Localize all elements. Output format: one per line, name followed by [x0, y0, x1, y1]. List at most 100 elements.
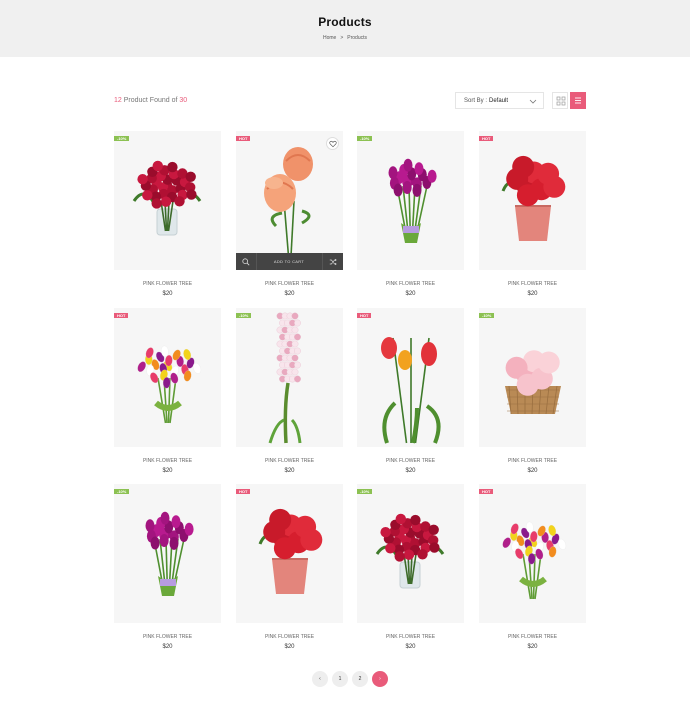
pagination-prev-button[interactable]: ‹ [312, 671, 328, 687]
product-name[interactable]: PINK FLOWER TREE [357, 281, 464, 287]
product-card[interactable]: HOT PINK FLOWER TREE $20 [236, 484, 343, 652]
product-card[interactable]: HOT PINK FLOWER TREE $20 [479, 131, 586, 299]
product-image[interactable]: HOT [236, 484, 343, 623]
pagination-next-button[interactable]: › [372, 671, 388, 687]
list-view-icon [575, 97, 581, 104]
product-action-bar: ADD TO CART [236, 253, 343, 270]
product-image[interactable]: -10% [236, 308, 343, 447]
product-image[interactable]: -10% [357, 484, 464, 623]
product-name[interactable]: PINK FLOWER TREE [114, 634, 221, 640]
product-badge: HOT [236, 489, 251, 494]
product-card[interactable]: HOT PINK FLOWER TREE $20 [114, 308, 221, 476]
product-name[interactable]: PINK FLOWER TREE [479, 281, 586, 287]
product-card[interactable]: HOT PINK FLOWER TREE $20 [357, 308, 464, 476]
result-count-text: Product Found of [121, 97, 180, 104]
product-image[interactable]: HOT [479, 484, 586, 623]
product-card[interactable]: HOT PINK FLOWER TREE $20 [479, 484, 586, 652]
product-card[interactable]: -10% PINK FLOWER TREE $20 [479, 308, 586, 476]
flower-image [268, 312, 302, 444]
product-badge: -10% [114, 136, 130, 141]
breadcrumb-current: Products [347, 35, 367, 41]
shuffle-icon [329, 258, 337, 266]
product-name[interactable]: PINK FLOWER TREE [114, 281, 221, 287]
product-badge: HOT [357, 313, 372, 318]
product-price: $20 [527, 644, 538, 650]
sort-label: Sort By : [464, 98, 488, 104]
breadcrumb: Home > Products [0, 35, 690, 41]
list-view-button[interactable] [570, 92, 586, 109]
product-badge: -10% [357, 136, 373, 141]
product-badge: HOT [114, 313, 129, 318]
quick-view-button[interactable] [236, 253, 257, 270]
product-price: $20 [527, 468, 538, 474]
product-price: $20 [527, 291, 538, 297]
product-name[interactable]: PINK FLOWER TREE [479, 634, 586, 640]
product-badge: -10% [357, 489, 373, 494]
breadcrumb-separator: > [340, 35, 344, 41]
product-card[interactable]: HOT ADD TO CART PINK FLOWER TREE $20 [236, 131, 343, 299]
product-price: $20 [284, 468, 295, 474]
product-card[interactable]: -10% PINK FLOWER TREE $20 [114, 484, 221, 652]
flower-image [381, 337, 441, 444]
product-price: $20 [162, 644, 173, 650]
sort-value: Default [489, 98, 509, 104]
sort-select[interactable]: Sort By : Default [455, 92, 544, 109]
product-image[interactable]: -10% [114, 484, 221, 623]
product-name[interactable]: PINK FLOWER TREE [357, 634, 464, 640]
grid-view-icon [556, 96, 566, 106]
flower-image [375, 513, 445, 589]
shop-toolbar: 12 Product Found of 30 Sort By : Default [114, 92, 586, 112]
product-image[interactable]: HOT [357, 308, 464, 447]
product-card[interactable]: -10% PINK FLOWER TREE $20 [357, 131, 464, 299]
product-card[interactable]: -10% PINK FLOWER TREE $20 [236, 308, 343, 476]
product-badge: HOT [479, 489, 494, 494]
flower-image [137, 345, 202, 424]
product-image[interactable]: -10% [114, 131, 221, 270]
product-card[interactable]: -10% PINK FLOWER TREE $20 [114, 131, 221, 299]
compare-button[interactable] [322, 253, 343, 270]
flower-image [264, 147, 313, 257]
product-name[interactable]: PINK FLOWER TREE [357, 458, 464, 464]
product-badge: -10% [479, 313, 495, 318]
wishlist-button[interactable] [326, 137, 339, 150]
product-price: $20 [405, 644, 416, 650]
product-name[interactable]: PINK FLOWER TREE [114, 458, 221, 464]
flower-image [145, 511, 194, 596]
product-badge: -10% [236, 313, 252, 318]
result-count: 12 Product Found of 30 [114, 97, 187, 104]
add-to-cart-button[interactable]: ADD TO CART [256, 253, 322, 270]
product-badge: HOT [479, 136, 494, 141]
product-price: $20 [162, 291, 173, 297]
product-image[interactable]: HOT ADD TO CART [236, 131, 343, 270]
product-badge: HOT [236, 136, 251, 141]
product-image[interactable]: HOT [114, 308, 221, 447]
product-image[interactable]: -10% [479, 308, 586, 447]
flower-image [502, 521, 567, 600]
page-header: Products Home > Products [0, 0, 690, 57]
result-count-total: 30 [179, 97, 188, 104]
product-card[interactable]: -10% PINK FLOWER TREE $20 [357, 484, 464, 652]
pagination-page-1[interactable]: 1 [332, 671, 348, 687]
pagination-page-2[interactable]: 2 [352, 671, 368, 687]
result-count-found: 12 [114, 97, 122, 104]
product-name[interactable]: PINK FLOWER TREE [236, 634, 343, 640]
heart-icon [329, 140, 337, 148]
product-name[interactable]: PINK FLOWER TREE [236, 281, 343, 287]
grid-view-button[interactable] [552, 92, 568, 109]
search-icon [242, 258, 250, 266]
flower-image [132, 160, 202, 236]
chevron-down-icon [529, 99, 537, 104]
product-price: $20 [284, 291, 295, 297]
product-price: $20 [162, 468, 173, 474]
product-image[interactable]: -10% [357, 131, 464, 270]
flower-image [388, 158, 437, 243]
flower-image [501, 155, 566, 241]
product-price: $20 [405, 291, 416, 297]
flower-image [505, 350, 561, 415]
product-name[interactable]: PINK FLOWER TREE [479, 458, 586, 464]
flower-image [258, 508, 323, 594]
product-image[interactable]: HOT [479, 131, 586, 270]
product-grid: -10% PINK FLOWER TREE $20 HOT ADD TO CAR… [114, 131, 586, 651]
product-name[interactable]: PINK FLOWER TREE [236, 458, 343, 464]
breadcrumb-home[interactable]: Home [323, 35, 336, 41]
